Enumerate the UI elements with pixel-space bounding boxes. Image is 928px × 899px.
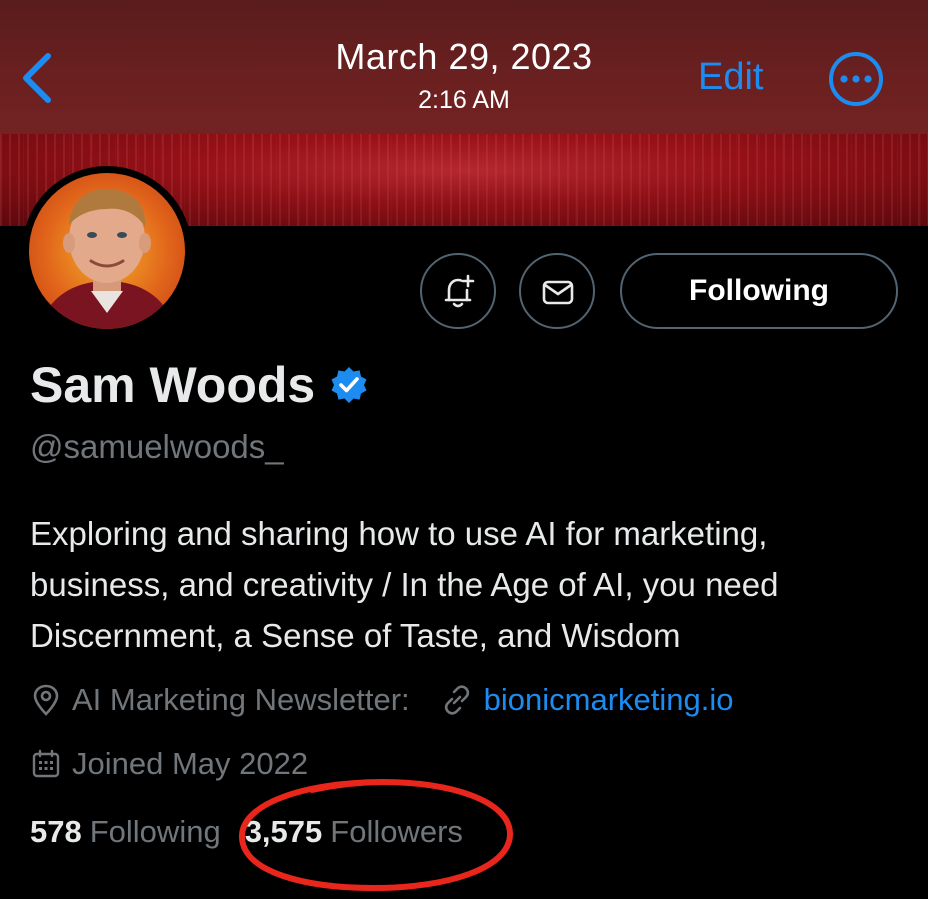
mail-icon — [542, 280, 574, 305]
name-row: Sam Woods — [30, 356, 369, 414]
location-pin-icon — [33, 684, 59, 716]
edit-button[interactable]: Edit — [698, 56, 763, 99]
handle: @samuelwoods_ — [30, 428, 284, 465]
website-link[interactable]: bionicmarketing.io — [484, 682, 734, 718]
location-text: AI Marketing Newsletter: — [72, 682, 410, 717]
avatar-photo — [29, 173, 185, 329]
red-highlight-circle — [238, 778, 514, 892]
header-date: March 29, 2023 — [335, 36, 593, 77]
header-time: 2:16 AM — [418, 86, 510, 114]
following-button[interactable]: Following — [620, 253, 898, 329]
profile-meta-row: AI Marketing Newsletter: bionicmarketing… — [30, 682, 734, 718]
calendar-icon — [32, 749, 60, 778]
bell-plus-icon — [444, 274, 475, 308]
display-name: Sam Woods — [30, 357, 316, 413]
link-icon — [444, 685, 469, 715]
following-count: 578 — [30, 814, 82, 849]
avatar[interactable] — [22, 166, 192, 336]
following-label: Following — [89, 814, 221, 849]
more-horizontal-icon — [829, 52, 883, 106]
verified-badge-icon[interactable] — [329, 365, 369, 405]
bio: Exploring and sharing how to use AI for … — [30, 515, 779, 654]
more-button[interactable] — [828, 51, 884, 107]
message-button[interactable] — [519, 253, 595, 329]
notifications-button[interactable] — [420, 253, 496, 329]
following-stat[interactable]: 578 Following — [30, 814, 221, 850]
